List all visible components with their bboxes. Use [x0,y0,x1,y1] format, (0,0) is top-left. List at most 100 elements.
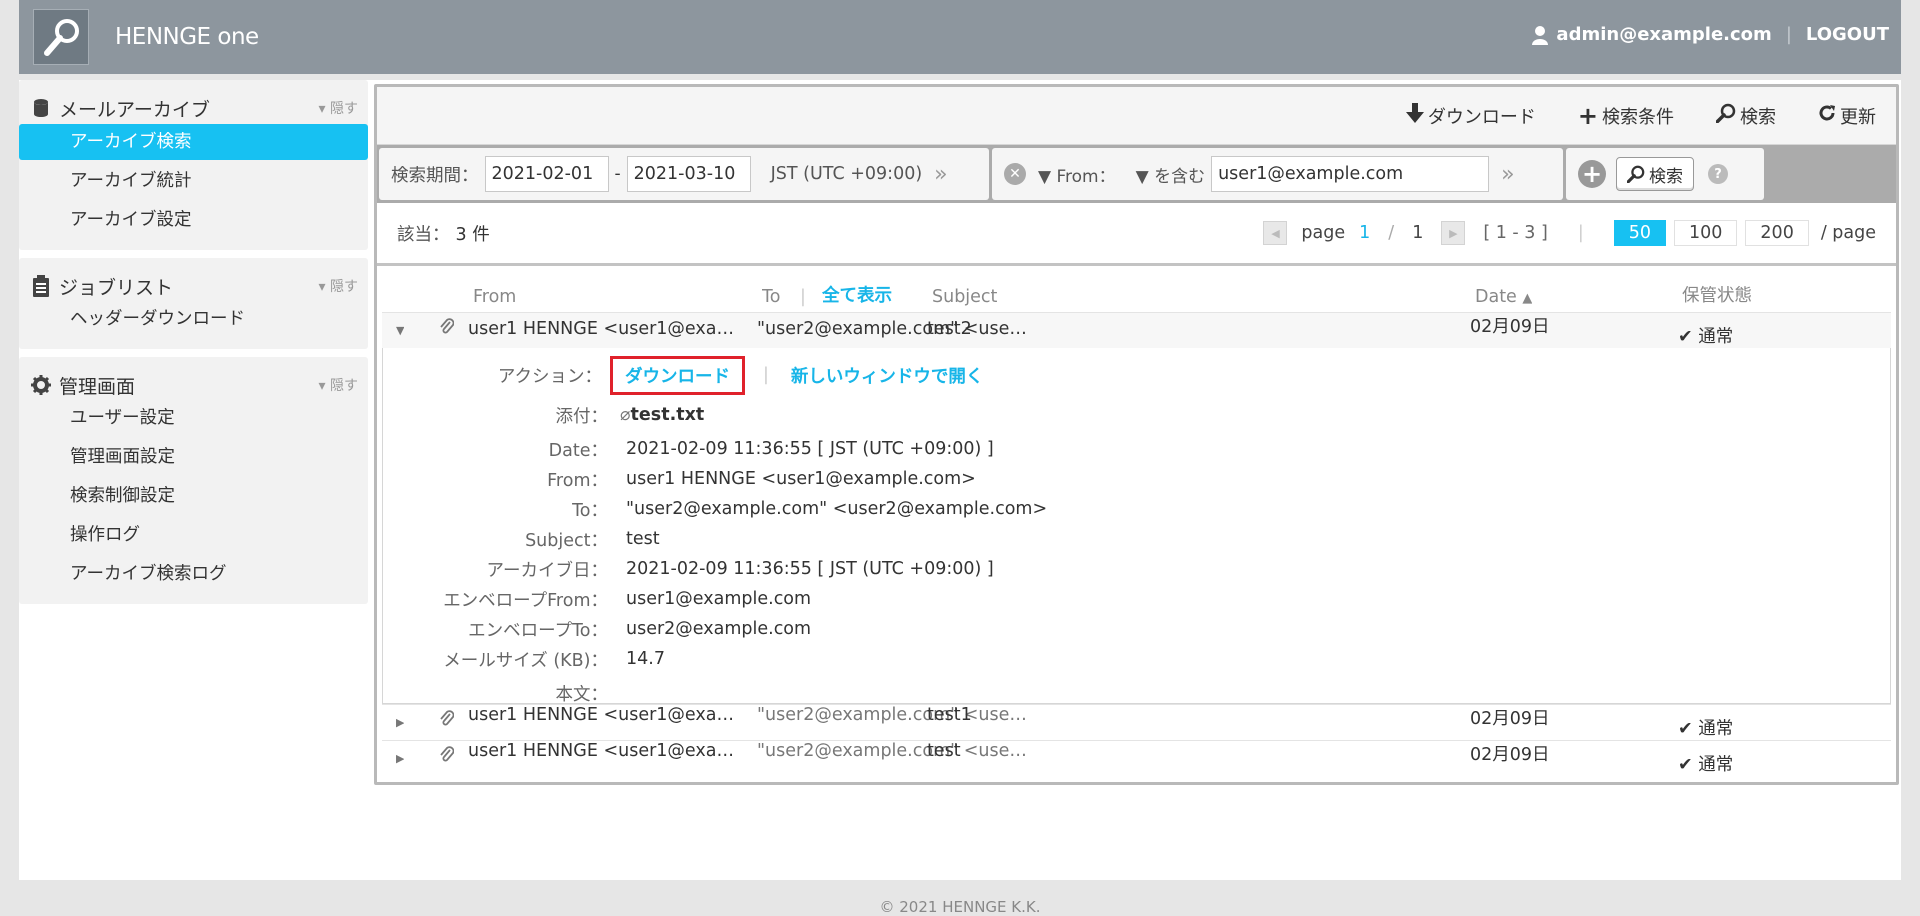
search-action-group: + 検索 ? [1566,148,1764,200]
row-status: ✔ 通常 [1678,327,1734,347]
hide-toggle[interactable]: ▾ 隠す [319,98,358,118]
remove-condition-icon[interactable]: ✕ [1004,163,1026,185]
sidebar-section-job-list: ジョブリスト ▾ 隠す ヘッダーダウンロード [19,258,368,349]
toolbar: ダウンロード + 検索条件 検索 更新 [377,87,1896,145]
pager: ◀ page 1 / 1 ▶ [ 1 - 3 ] | 50 100 200 / … [1263,220,1876,246]
hide-toggle[interactable]: ▾ 隠す [319,375,358,395]
action-label: アクション： [497,366,602,387]
user-area: admin@example.com | LOGOUT [1532,24,1889,45]
detail-field: 本文： [555,684,609,705]
sidebar-item-admin-settings[interactable]: 管理画面設定 [19,438,368,477]
attachment-label: 添付： [555,406,609,427]
paperclip-icon [440,317,454,340]
sidebar-item-archive-settings[interactable]: アーカイブ設定 [19,201,368,240]
sidebar-section-header[interactable]: 管理画面 ▾ 隠す [19,371,368,399]
col-subject[interactable]: Subject [932,287,997,307]
search-icon [1715,103,1736,128]
download-arrow-icon [1405,103,1424,128]
page-label: page [1301,223,1346,243]
sidebar-section-header[interactable]: ジョブリスト ▾ 隠す [19,272,368,300]
sidebar-item-archive-search-log[interactable]: アーカイブ検索ログ [19,555,368,594]
paperclip-icon [440,709,454,732]
col-to[interactable]: To [762,287,780,307]
paperclip-icon: ⌀ [620,405,631,425]
triangle-down-icon: ▾ [318,101,330,117]
total-pages: 1 [1412,223,1424,243]
col-status[interactable]: 保管状態 [1682,282,1752,307]
search-button[interactable]: 検索 [1715,103,1776,129]
attachment-link[interactable]: ⌀test.txt [614,405,704,425]
detail-field: アーカイブ日： 2021-02-09 11:36:55 [ JST (UTC +0… [486,559,994,581]
gear-icon [31,375,51,395]
period-label: 検索期間： [391,165,479,186]
sidebar-section-mail-archive: メールアーカイブ ▾ 隠す アーカイブ検索 アーカイブ統計 アーカイブ設定 [19,80,368,250]
date-range-dash: - [614,164,621,184]
help-icon[interactable]: ? [1708,164,1728,184]
show-all-link[interactable]: 全て表示 [822,282,892,307]
per-page-200[interactable]: 200 [1745,220,1809,246]
table-row[interactable]: ▶ user1 HENNGE <user1@example.com> "user… [382,740,1891,776]
copyright: © 2021 HENNGE K.K. [879,898,1041,916]
date-to-input[interactable]: 2021-03-10 [626,156,751,192]
table-row[interactable]: ▶ user1 HENNGE <user1@example.com> "user… [382,704,1891,740]
logo[interactable] [33,9,89,65]
clipboard-icon [31,275,51,297]
next-page-button[interactable]: ▶ [1441,221,1466,245]
table-row[interactable]: ▼ user1 HENNGE <user1@example.com> "user… [382,312,1891,348]
result-range: [ 1 - 3 ] [1483,223,1548,243]
period-group: 検索期間： 2021-02-01 - 2021-03-10 JST (UTC +… [379,148,989,200]
detail-field: エンベロープFrom： user1@example.com [443,589,812,611]
search-submit-button[interactable]: 検索 [1616,157,1694,191]
sidebar-item-search-control[interactable]: 検索制御設定 [19,477,368,516]
prev-page-button[interactable]: ◀ [1263,221,1288,245]
refresh-icon [1818,104,1836,127]
operator-select[interactable]: ▼ を含む [1136,162,1205,187]
sidebar-item-header-download[interactable]: ヘッダーダウンロード [19,300,368,339]
hide-toggle[interactable]: ▾ 隠す [319,276,358,296]
refresh-label: 更新 [1840,106,1876,128]
download-button[interactable]: ダウンロード [1405,103,1536,129]
search-bar: 検索期間： 2021-02-01 - 2021-03-10 JST (UTC +… [377,145,1896,203]
detail-download-link[interactable]: ダウンロード [610,355,745,395]
col-date[interactable]: Date ▲ [1475,287,1532,307]
current-page[interactable]: 1 [1359,223,1370,243]
row-date: 02月09日 [1470,709,1550,729]
double-chevron-right-icon[interactable]: » [1501,162,1514,187]
content-frame: ダウンロード + 検索条件 検索 更新 検索期間： 2021-02-01 - 2… [374,84,1899,785]
main-panel: メールアーカイブ ▾ 隠す アーカイブ検索 アーカイブ統計 アーカイブ設定 ジョ… [19,80,1901,880]
search-conditions-button[interactable]: + 検索条件 [1578,103,1674,129]
logout-link[interactable]: LOGOUT [1806,24,1889,45]
open-new-window-link[interactable]: 新しいウィンドウで開く [791,363,984,388]
expand-arrow-icon[interactable]: ▶ [396,752,404,765]
sidebar-item-archive-stats[interactable]: アーカイブ統計 [19,162,368,201]
detail-field: エンベロープTo： user2@example.com [468,619,812,641]
col-from[interactable]: From [473,287,516,307]
sidebar-item-user-settings[interactable]: ユーザー設定 [19,399,368,438]
row-status: ✔ 通常 [1678,755,1734,775]
sidebar-section-admin: 管理画面 ▾ 隠す ユーザー設定 管理画面設定 検索制御設定 操作ログ アーカイ… [19,357,368,604]
collapse-arrow-icon[interactable]: ▼ [396,324,404,337]
double-chevron-right-icon[interactable]: » [934,162,947,187]
expand-arrow-icon[interactable]: ▶ [396,716,404,729]
result-count: 3 件 [455,224,490,245]
row-subject: test1 [927,705,972,725]
table-header: From To | 全て表示 Subject Date ▲ 保管状態 [382,266,1891,312]
add-condition-icon[interactable]: + [1578,160,1606,188]
field-select[interactable]: ▼ From： [1038,162,1116,187]
refresh-button[interactable]: 更新 [1818,103,1876,129]
condition-value-input[interactable]: user1@example.com [1211,156,1490,192]
per-page-50[interactable]: 50 [1613,220,1667,246]
sidebar-section-header[interactable]: メールアーカイブ ▾ 隠す [19,94,368,122]
row-subject: test2 [927,319,972,339]
message-detail: アクション： ダウンロード | 新しいウィンドウで開く 添付： ⌀test.tx… [382,348,1891,705]
detail-attachment: 添付： ⌀test.txt [383,402,705,428]
sidebar-item-archive-search[interactable]: アーカイブ検索 [19,124,368,160]
detail-field: Date： 2021-02-09 11:36:55 [ JST (UTC +09:… [548,439,994,461]
row-from: user1 HENNGE <user1@example.com> [468,741,736,761]
per-page-100[interactable]: 100 [1674,220,1738,246]
check-icon: ✔ [1678,327,1699,347]
triangle-right-icon: ▶ [1449,226,1458,240]
date-from-input[interactable]: 2021-02-01 [484,156,609,192]
sidebar-item-operation-log[interactable]: 操作ログ [19,516,368,555]
detail-field: From： user1 HENNGE <user1@example.com> [547,469,976,491]
